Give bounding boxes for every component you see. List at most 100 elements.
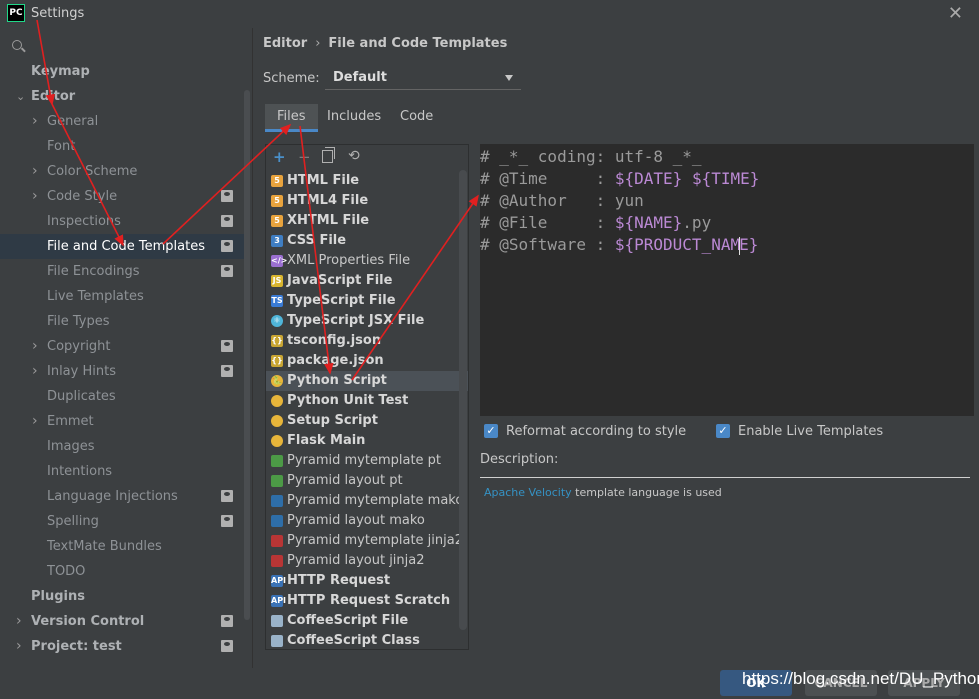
close-icon[interactable]: ✕ [948, 3, 963, 24]
template-item[interactable]: Setup Script [266, 411, 468, 431]
template-item[interactable]: Flask Main [266, 431, 468, 451]
tab-files[interactable]: Files [265, 104, 318, 132]
template-item[interactable]: Pyramid mytemplate pt [266, 451, 468, 471]
sidebar-item-language-injections[interactable]: Language Injections [0, 484, 244, 509]
template-item[interactable]: Python Unit Test [266, 391, 468, 411]
template-label: XHTML File [287, 213, 370, 228]
template-item[interactable]: Pyramid mytemplate mako [266, 491, 468, 511]
live-templates-label[interactable]: Enable Live Templates [738, 424, 883, 439]
template-item[interactable]: ⚛ TypeScript JSX File [266, 311, 468, 331]
sidebar-item-project-test[interactable]: › Project: test [0, 634, 244, 659]
template-item[interactable]: Pyramid layout pt [266, 471, 468, 491]
sidebar-item-label: Color Scheme [47, 164, 138, 179]
scheme-label: Scheme: [263, 71, 320, 86]
chevron-right-icon[interactable]: › [32, 409, 38, 434]
sidebar-item-label: Images [47, 439, 95, 454]
sidebar-item-emmet[interactable]: › Emmet [0, 409, 244, 434]
tab-includes[interactable]: Includes [315, 104, 393, 132]
chevron-right-icon[interactable]: › [32, 334, 38, 359]
chevron-right-icon[interactable]: › [32, 109, 38, 134]
code-line: # @Software : ${PRODUCT_NAME} [480, 234, 759, 256]
sidebar-item-textmate-bundles[interactable]: TextMate Bundles [0, 534, 244, 559]
live-templates-checkbox[interactable]: ✓ [716, 424, 730, 438]
sidebar-item-general[interactable]: › General [0, 109, 244, 134]
sidebar-item-file-types[interactable]: File Types [0, 309, 244, 334]
velocity-link[interactable]: Apache Velocity [484, 486, 572, 499]
template-item[interactable]: </> XML Properties File [266, 251, 468, 271]
sidebar-item-keymap[interactable]: Keymap [0, 59, 244, 84]
description-suffix: template language is used [571, 486, 722, 499]
breadcrumb-parent[interactable]: Editor [263, 36, 307, 51]
sidebar-item-file-and-code-templates[interactable]: File and Code Templates [0, 234, 244, 259]
templates-list-panel: + − ⟲ 5 HTML File 5 HTML4 File 5 XHTML File 3 C… [265, 144, 469, 650]
template-item[interactable]: 3 CSS File [266, 231, 468, 251]
sidebar-item-editor[interactable]: ⌄ Editor [0, 84, 244, 109]
template-item[interactable]: CoffeeScript File [266, 611, 468, 631]
template-variable: ${TIME} [691, 169, 760, 188]
chevron-right-icon[interactable]: › [32, 359, 38, 384]
sidebar-item-images[interactable]: Images [0, 434, 244, 459]
reset-icon[interactable]: ⟲ [348, 148, 360, 164]
template-editor[interactable]: # _*_ coding: utf-8 _*_ # @Time : ${DATE}… [480, 144, 974, 416]
sidebar-item-inspections[interactable]: Inspections [0, 209, 244, 234]
copy-icon[interactable] [322, 147, 335, 163]
template-item[interactable]: CoffeeScript Class [266, 631, 468, 651]
template-item[interactable]: Pyramid mytemplate jinja2 [266, 531, 468, 551]
tab-code[interactable]: Code [388, 104, 445, 132]
sidebar-item-file-encodings[interactable]: File Encodings [0, 259, 244, 284]
template-code[interactable]: # _*_ coding: utf-8 _*_ # @Time : ${DATE}… [480, 146, 759, 256]
template-variable: ${DATE} [614, 169, 683, 188]
sidebar-item-version-control[interactable]: › Version Control [0, 609, 244, 634]
sidebar-item-label: Font [47, 139, 76, 154]
python-icon: 🐍 [271, 375, 283, 387]
templates-scrollbar[interactable] [459, 170, 467, 630]
sidebar-item-inlay-hints[interactable]: › Inlay Hints [0, 359, 244, 384]
sidebar-item-plugins[interactable]: Plugins [0, 584, 244, 609]
template-item[interactable]: 5 HTML4 File [266, 191, 468, 211]
template-item[interactable]: 5 HTML File [266, 171, 468, 191]
sidebar-item-font[interactable]: Font [0, 134, 244, 159]
description-box: Apache Velocity template language is use… [480, 477, 970, 649]
javascript-icon: JS [271, 275, 283, 287]
template-item[interactable]: API HTTP Request [266, 571, 468, 591]
template-item[interactable]: 5 XHTML File [266, 211, 468, 231]
template-item[interactable]: Pyramid layout jinja2 [266, 551, 468, 571]
sidebar-item-duplicates[interactable]: Duplicates [0, 384, 244, 409]
pyramid-chameleon-icon [271, 475, 283, 487]
chevron-right-icon[interactable]: › [16, 634, 22, 659]
sidebar-item-spelling[interactable]: Spelling [0, 509, 244, 534]
breadcrumb-current: File and Code Templates [328, 36, 508, 51]
template-item[interactable]: Pyramid layout mako [266, 511, 468, 531]
template-item[interactable]: TS TypeScript File [266, 291, 468, 311]
add-icon[interactable]: + [273, 148, 286, 166]
reformat-label[interactable]: Reformat according to style [506, 424, 686, 439]
scheme-dropdown[interactable]: Default [325, 66, 521, 90]
remove-icon[interactable]: − [298, 148, 311, 166]
template-item[interactable]: 🐍 Python Script [266, 371, 468, 391]
template-item[interactable]: {} tsconfig.json [266, 331, 468, 351]
sidebar-item-label: Intentions [47, 464, 113, 479]
template-label: CoffeeScript File [287, 613, 409, 628]
chevron-right-icon[interactable]: › [16, 609, 22, 634]
template-label: TypeScript JSX File [287, 313, 425, 328]
template-label: tsconfig.json [287, 333, 382, 348]
sidebar-item-intentions[interactable]: Intentions [0, 459, 244, 484]
template-item[interactable]: {} package.json [266, 351, 468, 371]
settings-search-input[interactable] [0, 32, 252, 58]
sidebar-item-color-scheme[interactable]: › Color Scheme [0, 159, 244, 184]
sidebar-item-label: Emmet [47, 414, 94, 429]
typescript-icon: TS [271, 295, 283, 307]
sidebar-scrollbar[interactable] [244, 90, 250, 620]
python-icon [271, 395, 283, 407]
sidebar-item-todo[interactable]: TODO [0, 559, 244, 584]
sidebar-item-live-templates[interactable]: Live Templates [0, 284, 244, 309]
template-item[interactable]: JS JavaScript File [266, 271, 468, 291]
sidebar-item-copyright[interactable]: › Copyright [0, 334, 244, 359]
chevron-right-icon[interactable]: › [32, 159, 38, 184]
chevron-down-icon[interactable]: ⌄ [16, 84, 25, 109]
reformat-checkbox[interactable]: ✓ [484, 424, 498, 438]
chevron-right-icon[interactable]: › [32, 184, 38, 209]
template-item[interactable]: API HTTP Request Scratch [266, 591, 468, 611]
sidebar-item-label: Editor [31, 89, 76, 104]
sidebar-item-code-style[interactable]: › Code Style [0, 184, 244, 209]
